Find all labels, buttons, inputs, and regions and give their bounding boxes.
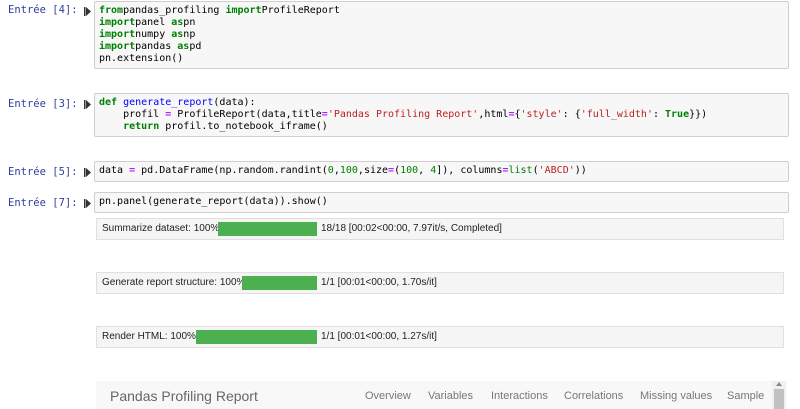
code-editor[interactable]: pn.panel(generate_report(data)).show() [95, 193, 788, 208]
nav-missing-values[interactable]: Missing values [640, 390, 712, 402]
nav-interactions[interactable]: Interactions [491, 390, 548, 402]
nav-correlations[interactable]: Correlations [564, 390, 623, 402]
run-cell-icon[interactable] [84, 100, 91, 109]
code-line: pn.panel(generate_report(data)).show() [99, 196, 328, 207]
cell-prompt: Entrée [5]: [8, 166, 78, 178]
code-cell[interactable]: frompandas_profiling importProfileReport… [94, 1, 789, 69]
cell-prompt: Entrée [7]: [8, 197, 78, 209]
nav-variables[interactable]: Variables [428, 390, 473, 402]
code-editor[interactable]: data = pd.DataFrame(np.random.randint(0,… [95, 162, 788, 177]
progress-render: Render HTML: 100% 1/1 [00:01<00:00, 1.27… [96, 326, 784, 348]
code-cell[interactable]: pn.panel(generate_report(data)).show() [94, 192, 789, 213]
cell-prompt: Entrée [3]: [8, 98, 78, 110]
code-line: def generate_report(data): [99, 97, 256, 108]
progress-summarize: Summarize dataset: 100% 18/18 [00:02<00:… [96, 218, 784, 240]
code-editor[interactable]: frompandas_profiling importProfileReport… [95, 2, 788, 65]
progress-stats: 1/1 [00:01<00:00, 1.70s/it] [321, 277, 437, 288]
code-line: frompandas_profiling importProfileReport [99, 5, 340, 16]
code-cell[interactable]: def generate_report(data): profil = Prof… [94, 93, 789, 137]
run-cell-icon[interactable] [84, 168, 91, 177]
progress-label: Summarize dataset: 100% [102, 223, 220, 234]
code-line: data = pd.DataFrame(np.random.randint(0,… [99, 165, 587, 176]
code-line: return profil.to_notebook_iframe() [123, 121, 328, 132]
nav-overview[interactable]: Overview [365, 390, 411, 402]
progress-stats: 18/18 [00:02<00:00, 7.97it/s, Completed] [321, 223, 502, 234]
code-line: importnumpy asnp [99, 29, 196, 40]
nav-sample[interactable]: Sample [727, 390, 764, 402]
report-navbar: Pandas Profiling Report Overview Variabl… [96, 381, 772, 409]
code-line: importpanel aspn [99, 17, 196, 28]
code-editor[interactable]: def generate_report(data): profil = Prof… [95, 94, 788, 133]
code-line: pn.extension() [99, 53, 184, 64]
notebook-page: Entrée [4]: frompandas_profiling importP… [0, 0, 800, 409]
iframe-scrollbar[interactable] [772, 381, 786, 409]
code-cell[interactable]: data = pd.DataFrame(np.random.randint(0,… [94, 161, 789, 182]
report-title[interactable]: Pandas Profiling Report [110, 388, 258, 404]
progress-label: Render HTML: 100% [102, 331, 196, 342]
progress-bar [242, 276, 317, 290]
run-cell-icon[interactable] [84, 7, 91, 16]
progress-label: Generate report structure: 100% [102, 277, 246, 288]
scroll-thumb[interactable] [774, 389, 784, 409]
run-cell-icon[interactable] [84, 199, 91, 208]
progress-bar [196, 330, 317, 344]
code-line: profil = ProfileReport(data,title='Panda… [99, 109, 708, 120]
cell-prompt: Entrée [4]: [8, 4, 78, 16]
progress-structure: Generate report structure: 100% 1/1 [00:… [96, 272, 784, 294]
progress-stats: 1/1 [00:01<00:00, 1.27s/it] [321, 331, 437, 342]
progress-bar [218, 222, 317, 236]
code-line: importpandas aspd [99, 41, 202, 52]
scroll-up-icon[interactable] [776, 382, 782, 386]
